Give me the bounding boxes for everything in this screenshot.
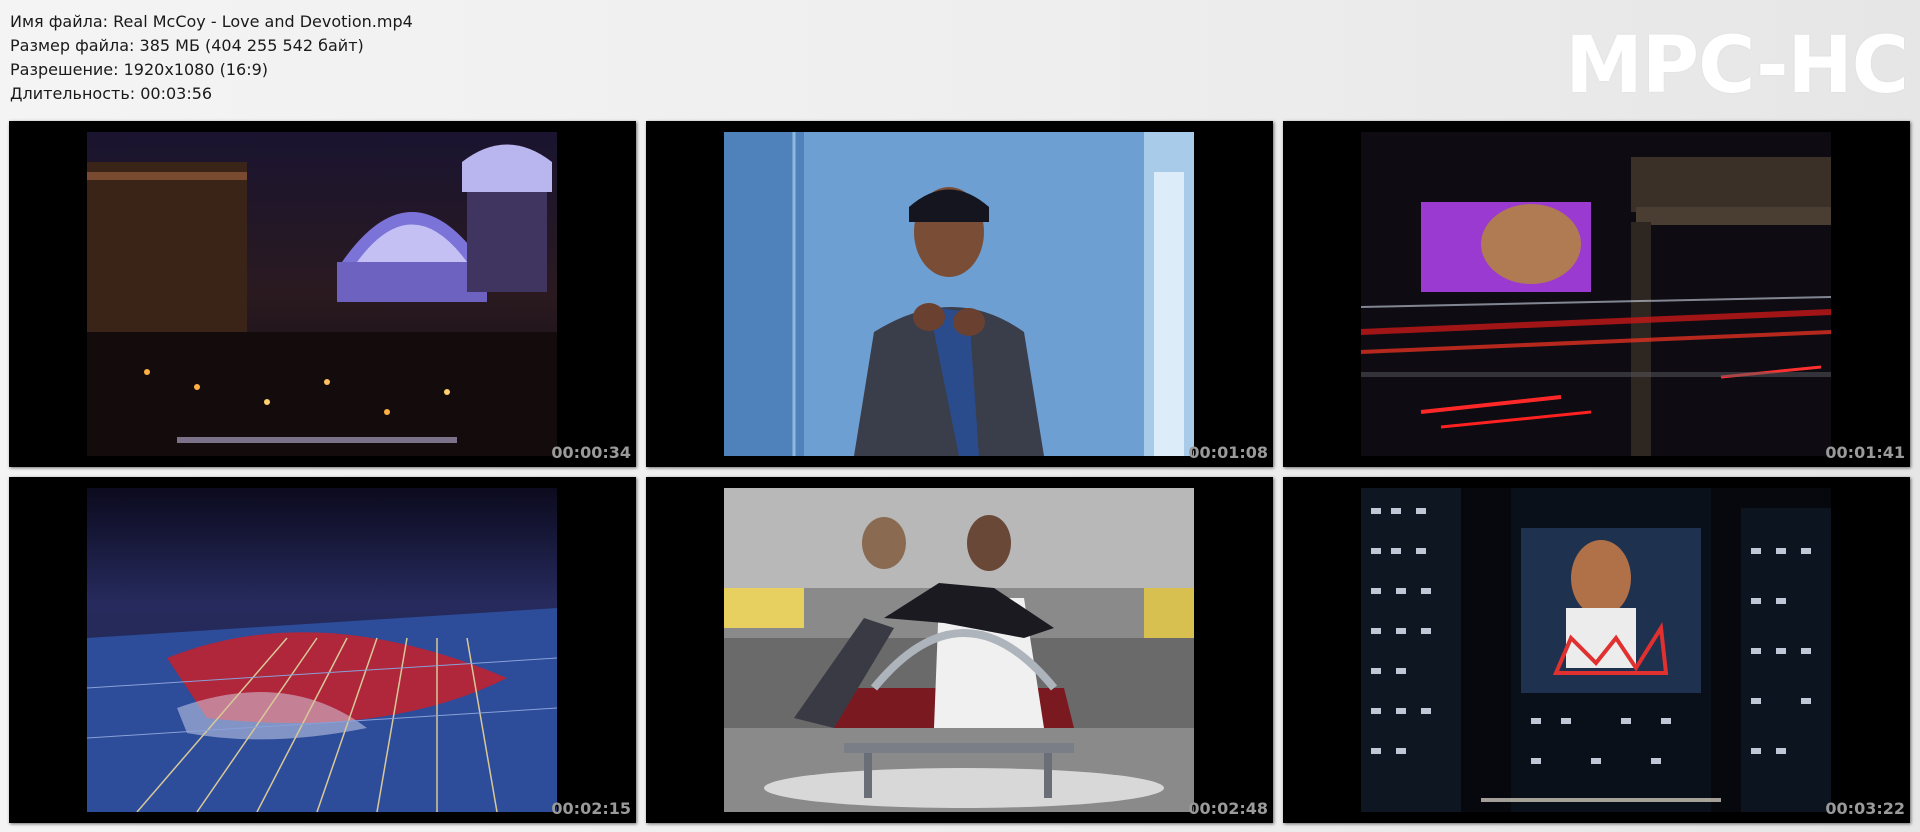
timestamp-label: 00:03:22	[1825, 799, 1905, 818]
file-info: Имя файла: Real McCoy - Love and Devotio…	[10, 10, 413, 106]
timestamp-label: 00:01:41	[1825, 443, 1905, 462]
timestamp-label: 00:02:48	[1188, 799, 1268, 818]
frame-night-cityscape	[87, 132, 557, 456]
thumbnail-6: 00:03:22	[1283, 477, 1910, 823]
thumbnail-5: 00:02:48	[646, 477, 1273, 823]
frame-skyscrapers-billboard	[1361, 488, 1831, 812]
file-name-text: Имя файла: Real McCoy - Love and Devotio…	[10, 12, 413, 31]
frame-woman-blue-wall	[724, 132, 1194, 456]
timestamp-label: 00:01:08	[1188, 443, 1268, 462]
thumbnail-grid: 00:00:34 00:01:08 00:01:41 00:02:15 00:0…	[9, 121, 1911, 826]
timestamp-label: 00:00:34	[551, 443, 631, 462]
resolution-text: Разрешение: 1920x1080 (16:9)	[10, 60, 269, 79]
timestamp-label: 00:02:15	[551, 799, 631, 818]
thumbnail-3: 00:01:41	[1283, 121, 1910, 467]
duration-text: Длительность: 00:03:56	[10, 84, 213, 103]
thumbnail-1: 00:00:34	[9, 121, 636, 467]
thumbnail-4: 00:02:15	[9, 477, 636, 823]
frame-neon-building-facade	[87, 488, 557, 812]
thumbnail-2: 00:01:08	[646, 121, 1273, 467]
frame-couple-on-bench	[724, 488, 1194, 812]
file-size-text: Размер файла: 385 МБ (404 255 542 байт)	[10, 36, 364, 55]
mpc-hc-logo: MPC-HC	[1565, 21, 1909, 111]
frame-billboard-light-trails	[1361, 132, 1831, 456]
